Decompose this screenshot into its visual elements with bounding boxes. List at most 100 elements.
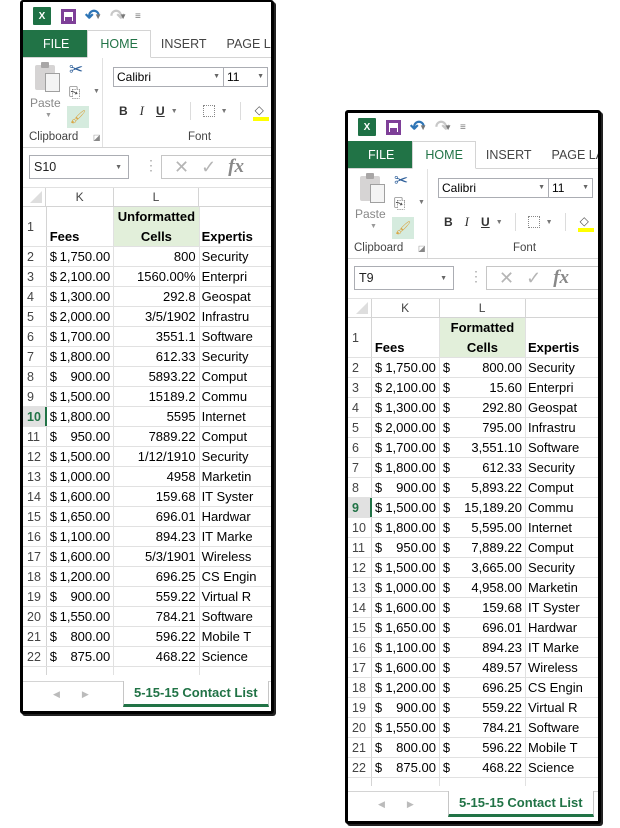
- copy-icon[interactable]: ⎘: [394, 195, 405, 212]
- cell-k[interactable]: $1,300.00: [47, 287, 115, 306]
- cell-m[interactable]: Enterpri: [200, 267, 271, 286]
- cell-m[interactable]: Marketin: [200, 467, 271, 486]
- italic-button[interactable]: I: [140, 103, 144, 119]
- customize-qat-icon[interactable]: ≡: [460, 122, 466, 133]
- cell-l[interactable]: $596.22: [440, 738, 526, 757]
- cell-m[interactable]: Security: [200, 447, 271, 466]
- row-header[interactable]: 21: [23, 627, 47, 646]
- cell-l[interactable]: $3,551.10: [440, 438, 526, 457]
- row-header[interactable]: 9: [348, 498, 372, 517]
- formula-bar-grip-icon[interactable]: ⋮: [144, 157, 158, 174]
- column-header-k[interactable]: K: [372, 299, 440, 317]
- cancel-icon[interactable]: ✕: [174, 157, 189, 178]
- borders-icon[interactable]: [527, 216, 540, 228]
- cell-k[interactable]: $1,750.00: [372, 358, 440, 377]
- cell-l[interactable]: 1560.00%: [114, 267, 200, 286]
- cell-k[interactable]: $1,100.00: [47, 527, 115, 546]
- cell-m[interactable]: Virtual R: [526, 698, 598, 717]
- cell-k[interactable]: $1,700.00: [372, 438, 440, 457]
- row-header[interactable]: 20: [348, 718, 372, 737]
- cell-m[interactable]: Commu: [200, 387, 271, 406]
- row-header[interactable]: 19: [348, 698, 372, 717]
- row-header[interactable]: 6: [348, 438, 372, 457]
- cell-l[interactable]: 4958: [114, 467, 200, 486]
- cell-l[interactable]: $489.57: [440, 658, 526, 677]
- font-size-select[interactable]: 11 ▼: [224, 67, 268, 87]
- font-size-select[interactable]: 11 ▼: [549, 178, 593, 198]
- cell-l[interactable]: $800.00: [440, 358, 526, 377]
- cell-k[interactable]: $1,650.00: [47, 507, 115, 526]
- insert-function-icon[interactable]: fx: [228, 156, 244, 178]
- row-header[interactable]: 12: [348, 558, 372, 577]
- cell-k[interactable]: $900.00: [372, 698, 440, 717]
- cell-m[interactable]: Security: [526, 458, 598, 477]
- cell-k[interactable]: $1,600.00: [372, 598, 440, 617]
- sheet-tab-active[interactable]: 5-15-15 Contact List: [448, 791, 594, 817]
- cell-l[interactable]: 696.01: [114, 507, 200, 526]
- row-header[interactable]: 4: [23, 287, 47, 306]
- bold-button[interactable]: B: [119, 104, 128, 118]
- cell-k[interactable]: $1,000.00: [372, 578, 440, 597]
- cell-k[interactable]: $1,200.00: [372, 678, 440, 697]
- tab-insert[interactable]: INSERT: [476, 141, 542, 168]
- cell-l[interactable]: 894.23: [114, 527, 200, 546]
- cell-l[interactable]: 292.8: [114, 287, 200, 306]
- cell-k[interactable]: $1,550.00: [47, 607, 115, 626]
- row-header[interactable]: 7: [348, 458, 372, 477]
- format-painter-icon[interactable]: 🖌: [67, 106, 89, 128]
- cell-k[interactable]: $800.00: [372, 738, 440, 757]
- cell-l[interactable]: $894.23: [440, 638, 526, 657]
- cell-m[interactable]: CS Engin: [200, 567, 271, 586]
- cell[interactable]: [526, 778, 598, 786]
- cell-m[interactable]: Comput: [200, 367, 271, 386]
- cell-k[interactable]: $1,300.00: [372, 398, 440, 417]
- cell-k[interactable]: $900.00: [372, 478, 440, 497]
- tab-home[interactable]: HOME: [412, 141, 476, 169]
- cell-l[interactable]: $468.22: [440, 758, 526, 777]
- cell-m[interactable]: Security: [526, 558, 598, 577]
- tab-insert[interactable]: INSERT: [151, 30, 217, 57]
- paste-button[interactable]: Paste: [30, 96, 61, 110]
- row-header[interactable]: 11: [23, 427, 47, 446]
- cell-l[interactable]: 696.25: [114, 567, 200, 586]
- enter-icon[interactable]: ✓: [526, 268, 541, 289]
- cell-l[interactable]: $292.80: [440, 398, 526, 417]
- row-header[interactable]: 11: [348, 538, 372, 557]
- cell-m[interactable]: Comput: [200, 427, 271, 446]
- next-sheet-icon[interactable]: ▶: [407, 799, 414, 810]
- cell-k[interactable]: $1,500.00: [372, 558, 440, 577]
- cell-m[interactable]: IT Marke: [200, 527, 271, 546]
- cell[interactable]: [372, 778, 440, 786]
- cell-l[interactable]: $5,893.22: [440, 478, 526, 497]
- cell-l[interactable]: $3,665.00: [440, 558, 526, 577]
- cell-l[interactable]: 596.22: [114, 627, 200, 646]
- cell-l[interactable]: $4,958.00: [440, 578, 526, 597]
- cell-k[interactable]: $1,800.00: [47, 347, 115, 366]
- cell-k[interactable]: $900.00: [47, 587, 115, 606]
- cell-m[interactable]: Infrastru: [200, 307, 271, 326]
- cell-l[interactable]: 15189.2: [114, 387, 200, 406]
- cancel-icon[interactable]: ✕: [499, 268, 514, 289]
- row-header[interactable]: 1: [23, 207, 47, 246]
- cell-m[interactable]: Security: [526, 358, 598, 377]
- paste-dropdown-icon[interactable]: ▼: [370, 223, 377, 230]
- copy-icon[interactable]: ⎘: [69, 84, 80, 101]
- cell-l[interactable]: 559.22: [114, 587, 200, 606]
- font-name-select[interactable]: Calibri ▼: [113, 67, 224, 87]
- paste-icon[interactable]: [360, 173, 386, 203]
- copy-dropdown-icon[interactable]: ▼: [93, 88, 100, 95]
- cell-l[interactable]: $15.60: [440, 378, 526, 397]
- cell-l[interactable]: $696.25: [440, 678, 526, 697]
- customize-qat-icon[interactable]: ≡: [135, 11, 141, 22]
- cell[interactable]: [440, 778, 526, 786]
- header-cell-l[interactable]: Unformatted Cells: [114, 207, 200, 246]
- row-header[interactable]: 19: [23, 587, 47, 606]
- cell-m[interactable]: Wireless: [200, 547, 271, 566]
- underline-button[interactable]: U: [481, 215, 490, 229]
- cell-k[interactable]: $800.00: [47, 627, 115, 646]
- undo-dropdown-icon[interactable]: ▼: [94, 12, 102, 21]
- cell-k[interactable]: $1,000.00: [47, 467, 115, 486]
- copy-dropdown-icon[interactable]: ▼: [418, 199, 425, 206]
- cell-m[interactable]: IT Marke: [526, 638, 598, 657]
- row-header[interactable]: 4: [348, 398, 372, 417]
